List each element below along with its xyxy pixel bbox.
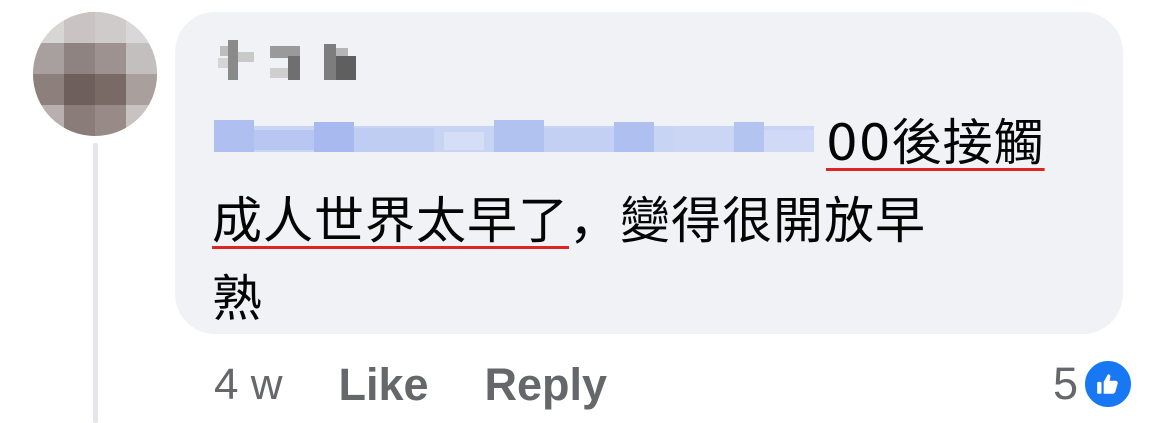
pixelated-author-name xyxy=(218,40,356,80)
comment-text-line-3: 熟 xyxy=(212,270,263,328)
comment-text: 00後接觸 成人世界太早了，變得很開放早 熟 xyxy=(212,104,1092,338)
timestamp[interactable]: 4 w xyxy=(214,360,282,410)
thumbs-up-icon xyxy=(1082,358,1134,410)
author-name-pixelated[interactable] xyxy=(214,38,384,88)
avatar[interactable] xyxy=(33,12,157,136)
comment-text-line-1: 00後接觸 xyxy=(212,104,1092,182)
comment-text-line-2: 成人世界太早了，變得很開放早 xyxy=(212,182,1092,260)
comment-text-rest: ，變得很開放早 xyxy=(569,192,926,250)
pixelated-avatar-image xyxy=(33,12,157,136)
underlined-phrase-1: 00後接觸 xyxy=(826,114,1045,172)
reply-button[interactable]: Reply xyxy=(485,359,608,411)
thread-line xyxy=(93,143,98,423)
comment-thread: 00後接觸 成人世界太早了，變得很開放早 熟 4 w Like Reply 5 xyxy=(0,0,1170,423)
mention-space xyxy=(212,150,826,160)
like-button[interactable]: Like xyxy=(338,359,428,411)
reaction-summary[interactable]: 5 xyxy=(1053,352,1134,416)
comment-actions: 4 w Like Reply xyxy=(214,350,607,420)
thumbs-up-glyph xyxy=(1097,374,1118,394)
underlined-phrase-2: 成人世界太早了 xyxy=(212,192,569,250)
reaction-count: 5 xyxy=(1052,358,1078,409)
